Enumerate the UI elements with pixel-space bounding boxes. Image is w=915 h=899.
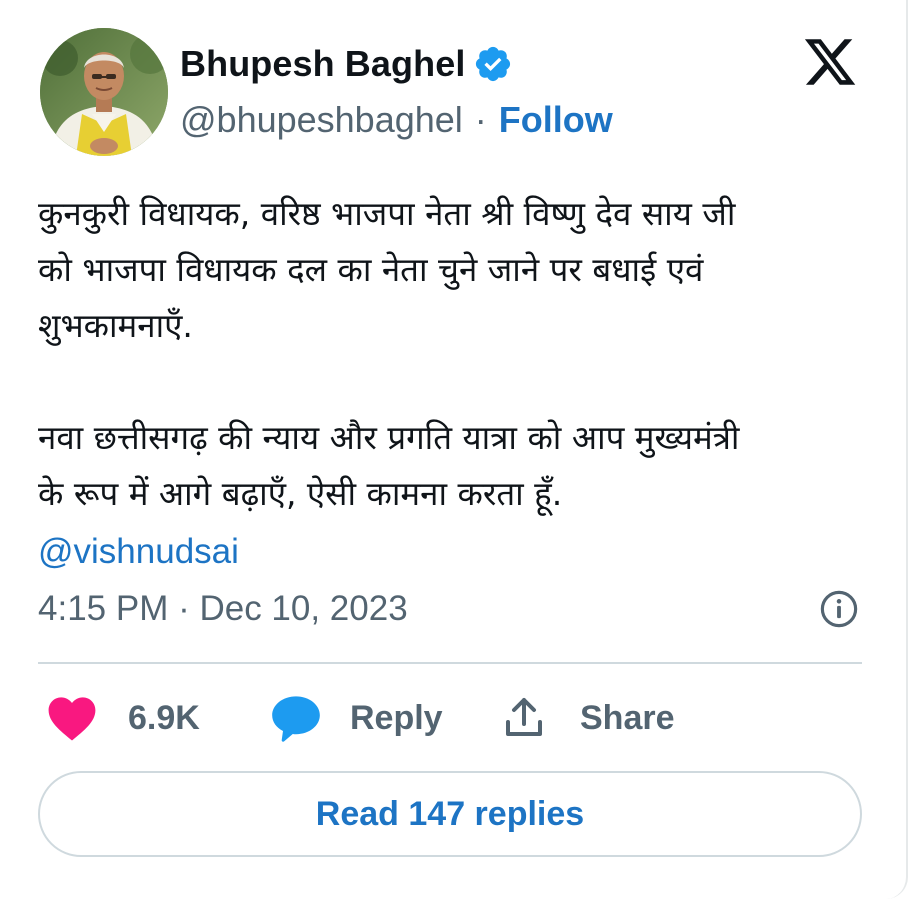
avatar[interactable] [40, 28, 168, 156]
tweet-line: को भाजपा विधायक दल का नेता चुने जाने पर … [38, 250, 704, 289]
tweet-text: कुनकुरी विधायक, वरिष्ठ भाजपा नेता श्री व… [38, 186, 868, 580]
x-logo-icon[interactable] [802, 34, 858, 90]
reply-button[interactable]: Reply [270, 690, 443, 746]
reply-label: Reply [350, 698, 443, 737]
follow-button[interactable]: Follow [499, 99, 613, 141]
tweet-meta-row: 4:15 PM · Dec 10, 2023 [38, 584, 860, 634]
info-icon[interactable] [818, 588, 860, 630]
tweet-actions: 6.9K Reply Share [38, 690, 868, 746]
like-button[interactable]: 6.9K [46, 690, 200, 746]
tweet-header: Bhupesh Baghel @bhupeshbaghel · Follow [40, 28, 870, 158]
verified-badge-icon [473, 44, 513, 84]
tweet-line: शुभकामनाएँ. [38, 306, 193, 345]
tweet-line: कुनकुरी विधायक, वरिष्ठ भाजपा नेता श्री व… [38, 194, 736, 233]
read-replies-label: Read 147 replies [315, 794, 585, 833]
tweet-embed-card: Bhupesh Baghel @bhupeshbaghel · Follow क… [0, 0, 908, 899]
mention-link[interactable]: @vishnudsai [38, 524, 239, 580]
heart-icon [48, 697, 96, 741]
author-name-row: Bhupesh Baghel [180, 40, 513, 88]
share-button[interactable]: Share [500, 690, 675, 746]
author-handle[interactable]: @bhupeshbaghel [180, 99, 463, 141]
read-replies-button[interactable]: Read 147 replies [38, 771, 862, 857]
share-label: Share [580, 698, 675, 737]
separator-dot: · [474, 99, 487, 140]
speech-bubble-icon [272, 696, 320, 742]
share-upload-icon [506, 698, 542, 736]
tweet-line: के रूप में आगे बढ़ाएँ, ऐसी कामना करता हू… [38, 474, 563, 513]
author-handle-row: @bhupeshbaghel · Follow [180, 96, 613, 144]
divider [38, 662, 862, 664]
author-display-name[interactable]: Bhupesh Baghel [180, 43, 465, 85]
like-count: 6.9K [128, 698, 200, 737]
tweet-timestamp[interactable]: 4:15 PM · Dec 10, 2023 [38, 589, 408, 629]
tweet-line: नवा छत्तीसगढ़ की न्याय और प्रगति यात्रा … [38, 418, 740, 457]
